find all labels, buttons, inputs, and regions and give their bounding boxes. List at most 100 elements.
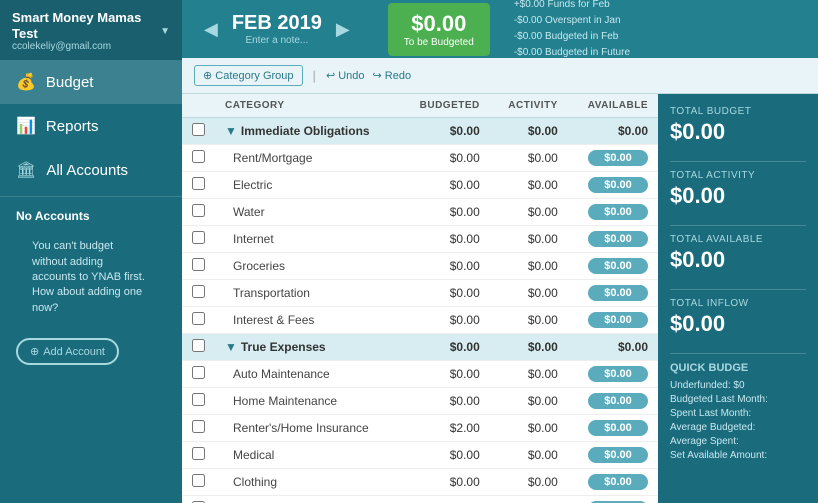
table-row[interactable]: Auto Maintenance $0.00 $0.00 $0.00 — [182, 361, 658, 388]
toolbar: ⊕ Category Group | ↩ Undo ↪ Redo — [182, 58, 818, 94]
month-note[interactable]: Enter a note... — [232, 35, 322, 46]
available-badge: $0.00 — [588, 231, 648, 247]
group-available: $0.00 — [568, 118, 658, 145]
quick-budget-item[interactable]: Average Spent: — [670, 436, 806, 447]
category-budgeted: $0.00 — [400, 307, 490, 334]
category-budgeted: $0.00 — [400, 469, 490, 496]
table-row[interactable]: Gifts $0.00 $0.00 $0.00 — [182, 496, 658, 503]
col-checkbox — [182, 94, 215, 118]
table-row[interactable]: Clothing $0.00 $0.00 $0.00 — [182, 469, 658, 496]
sidebar-header[interactable]: Smart Money Mamas Test ccolekeliy@gmail.… — [0, 0, 182, 60]
budget-info-line-3: -$0.00 Budgeted in Feb — [514, 29, 630, 45]
category-name: Clothing — [215, 469, 400, 496]
month-navigation: ◀ FEB 2019 Enter a note... ▶ — [198, 12, 356, 46]
table-row[interactable]: Medical $0.00 $0.00 $0.00 — [182, 442, 658, 469]
user-email: ccolekeliy@gmail.com — [12, 41, 152, 52]
category-name: Home Maintenance — [215, 388, 400, 415]
category-name: Groceries — [215, 253, 400, 280]
available-badge: $0.00 — [588, 312, 648, 328]
category-checkbox[interactable] — [192, 204, 205, 217]
col-budgeted: BUDGETED — [400, 94, 490, 118]
prev-month-button[interactable]: ◀ — [198, 17, 224, 42]
sidebar: Smart Money Mamas Test ccolekeliy@gmail.… — [0, 0, 182, 503]
category-budgeted: $0.00 — [400, 145, 490, 172]
table-row[interactable]: Groceries $0.00 $0.00 $0.00 — [182, 253, 658, 280]
category-checkbox[interactable] — [192, 312, 205, 325]
category-name: Transportation — [215, 280, 400, 307]
table-row[interactable]: Transportation $0.00 $0.00 $0.00 — [182, 280, 658, 307]
sidebar-item-label: Budget — [46, 74, 94, 91]
category-available: $0.00 — [568, 307, 658, 334]
category-checkbox[interactable] — [192, 447, 205, 460]
sidebar-item-reports[interactable]: 📊 Reports — [0, 104, 182, 148]
add-account-button[interactable]: ⊕ Add Account — [16, 338, 119, 365]
category-available: $0.00 — [568, 388, 658, 415]
table-row[interactable]: Renter's/Home Insurance $2.00 $0.00 $0.0… — [182, 415, 658, 442]
sidebar-item-label: All Accounts — [46, 162, 128, 179]
no-accounts-title: No Accounts — [16, 209, 166, 223]
category-name: Rent/Mortgage — [215, 145, 400, 172]
total-activity-amount: $0.00 — [670, 183, 806, 209]
table-row[interactable]: Rent/Mortgage $0.00 $0.00 $0.00 — [182, 145, 658, 172]
category-checkbox[interactable] — [192, 474, 205, 487]
category-budgeted: $0.00 — [400, 496, 490, 503]
reports-icon: 📊 — [16, 116, 36, 136]
category-checkbox[interactable] — [192, 420, 205, 433]
category-available: $0.00 — [568, 253, 658, 280]
available-badge: $0.00 — [588, 420, 648, 436]
quick-budget-item[interactable]: Spent Last Month: — [670, 408, 806, 419]
quick-budget-item[interactable]: Budgeted Last Month: — [670, 394, 806, 405]
total-inflow-amount: $0.00 — [670, 311, 806, 337]
category-checkbox[interactable] — [192, 285, 205, 298]
category-activity: $0.00 — [490, 469, 568, 496]
table-row[interactable]: Interest & Fees $0.00 $0.00 $0.00 — [182, 307, 658, 334]
category-checkbox[interactable] — [192, 366, 205, 379]
category-checkbox[interactable] — [192, 258, 205, 271]
category-checkbox[interactable] — [192, 393, 205, 406]
category-name: Internet — [215, 226, 400, 253]
quick-budget-item[interactable]: Underfunded: $0 — [670, 380, 806, 391]
table-row[interactable]: Home Maintenance $0.00 $0.00 $0.00 — [182, 388, 658, 415]
category-name: Medical — [215, 442, 400, 469]
category-checkbox-cell — [182, 145, 215, 172]
category-checkbox-cell — [182, 415, 215, 442]
category-budgeted: $0.00 — [400, 253, 490, 280]
category-budgeted: $0.00 — [400, 280, 490, 307]
add-category-group-button[interactable]: ⊕ Category Group — [194, 65, 303, 86]
divider-1 — [670, 161, 806, 162]
category-budgeted: $2.00 — [400, 415, 490, 442]
budget-icon: 💰 — [16, 72, 36, 92]
category-name: Gifts — [215, 496, 400, 503]
budget-table-wrapper[interactable]: CATEGORY BUDGETED ACTIVITY AVAILABLE ▼ I… — [182, 94, 658, 503]
category-budgeted: $0.00 — [400, 226, 490, 253]
group-checkbox-cell — [182, 334, 215, 361]
redo-button[interactable]: ↪ Redo — [373, 69, 412, 82]
quick-budget-item[interactable]: Average Budgeted: — [670, 422, 806, 433]
undo-button[interactable]: ↩ Undo — [326, 69, 365, 82]
category-group-row[interactable]: ▼ True Expenses $0.00 $0.00 $0.00 — [182, 334, 658, 361]
table-row[interactable]: Water $0.00 $0.00 $0.00 — [182, 199, 658, 226]
category-group-row[interactable]: ▼ Immediate Obligations $0.00 $0.00 $0.0… — [182, 118, 658, 145]
category-checkbox[interactable] — [192, 177, 205, 190]
group-checkbox[interactable] — [192, 339, 205, 352]
category-checkbox[interactable] — [192, 150, 205, 163]
quick-budget-item[interactable]: Set Available Amount: — [670, 450, 806, 461]
category-activity: $0.00 — [490, 226, 568, 253]
group-activity: $0.00 — [490, 334, 568, 361]
top-bar: ◀ FEB 2019 Enter a note... ▶ $0.00 To be… — [182, 0, 818, 58]
to-budget-label: To be Budgeted — [404, 37, 474, 48]
next-month-button[interactable]: ▶ — [330, 17, 356, 42]
category-checkbox[interactable] — [192, 231, 205, 244]
col-activity: ACTIVITY — [490, 94, 568, 118]
group-checkbox[interactable] — [192, 123, 205, 136]
category-checkbox-cell — [182, 199, 215, 226]
table-row[interactable]: Electric $0.00 $0.00 $0.00 — [182, 172, 658, 199]
category-activity: $0.00 — [490, 253, 568, 280]
sidebar-item-budget[interactable]: 💰 Budget — [0, 60, 182, 104]
toolbar-separator: | — [313, 68, 316, 83]
category-activity: $0.00 — [490, 415, 568, 442]
table-row[interactable]: Internet $0.00 $0.00 $0.00 — [182, 226, 658, 253]
category-available: $0.00 — [568, 415, 658, 442]
category-checkbox-cell — [182, 469, 215, 496]
sidebar-item-all-accounts[interactable]: 🏛 All Accounts — [0, 148, 182, 192]
